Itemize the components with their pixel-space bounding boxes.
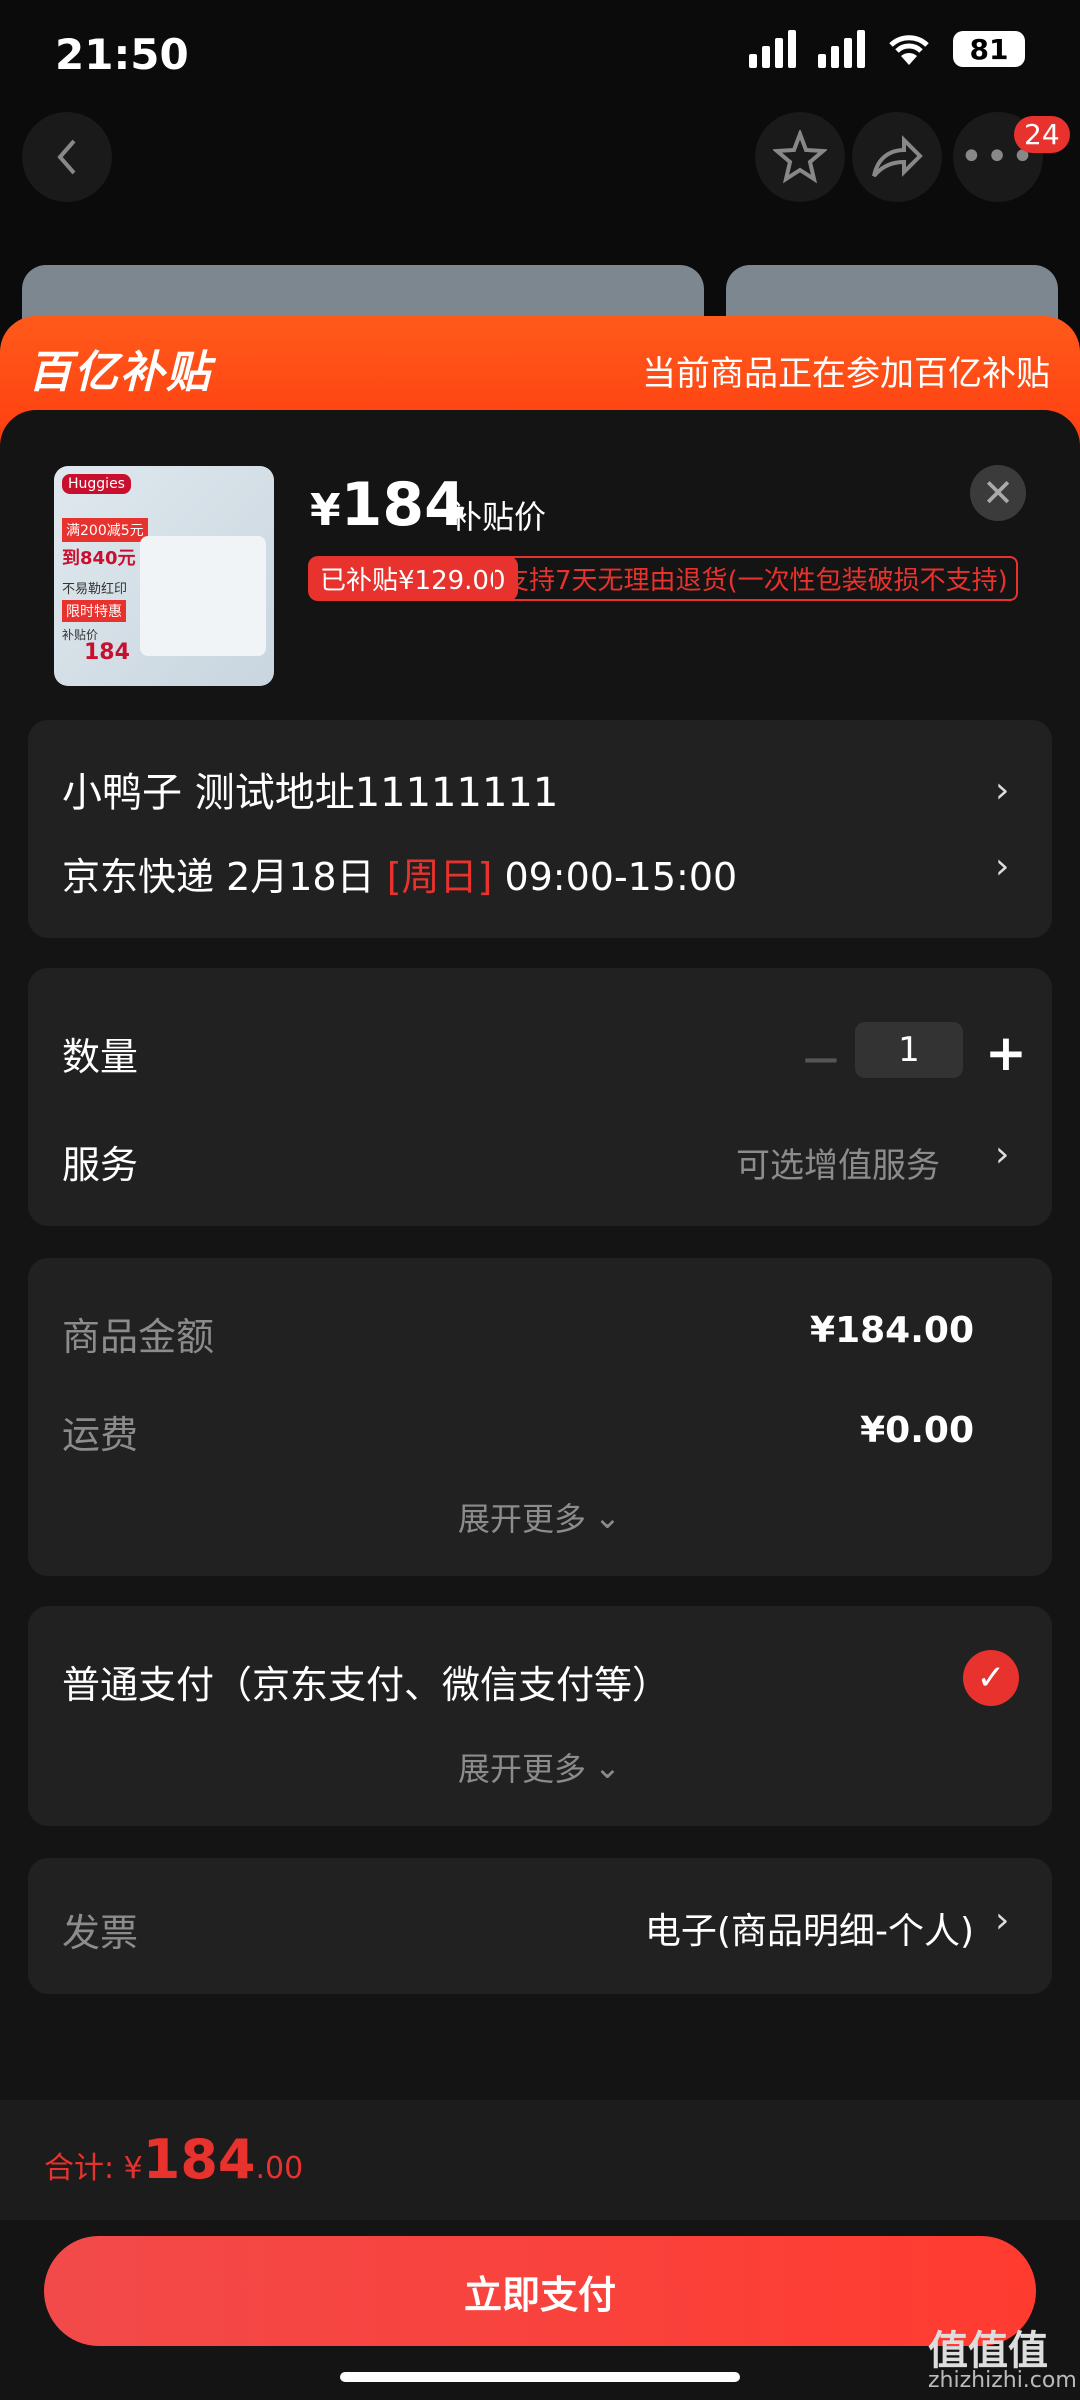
message-badge: 24 bbox=[1014, 116, 1070, 153]
delivery-time[interactable]: 京东快递 2月18日 [周日] 09:00-15:00 bbox=[62, 846, 737, 901]
chevron-right-icon[interactable]: › bbox=[995, 770, 1009, 811]
service-label: 服务 bbox=[62, 1143, 139, 1187]
delivery-carrier: 京东快递 2月18日 bbox=[62, 855, 387, 899]
address-line[interactable]: 小鸭子 测试地址11111111 bbox=[62, 760, 558, 818]
price-label: 补贴价 bbox=[450, 498, 547, 536]
star-icon bbox=[773, 130, 827, 184]
subsidy-badge: 已补贴¥129.00 bbox=[308, 556, 518, 601]
back-button[interactable] bbox=[22, 112, 112, 202]
address-panel[interactable] bbox=[28, 720, 1052, 938]
favorite-button[interactable] bbox=[755, 112, 845, 202]
share-button[interactable] bbox=[852, 112, 942, 202]
close-icon: ✕ bbox=[982, 471, 1014, 515]
product-thumbnail[interactable]: Huggies 满200减5元 到840元 不易勒红印 限时特惠 补贴价 184 bbox=[54, 466, 274, 686]
total-integer: 184 bbox=[142, 2128, 256, 2191]
payment-panel bbox=[28, 1606, 1052, 1826]
payment-method[interactable]: 普通支付（京东支付、微信支付等） bbox=[62, 1654, 670, 1709]
invoice-label: 发票 bbox=[62, 1911, 139, 1955]
subsidy-logo: 百亿补贴 bbox=[28, 347, 212, 398]
wifi-icon bbox=[889, 35, 929, 65]
diaper-pack-image bbox=[140, 536, 266, 656]
total-currency: ¥ bbox=[123, 2151, 143, 2186]
thumb-promo-3: 不易勒红印 bbox=[62, 582, 128, 597]
total-label: 合计: bbox=[44, 2151, 124, 2186]
signal-icon-2 bbox=[818, 30, 865, 68]
chevron-left-icon bbox=[57, 139, 76, 175]
thumb-promo-6: 184 bbox=[84, 640, 130, 665]
total-amount: 合计: ¥184.00 bbox=[44, 2128, 303, 2191]
chevron-right-icon[interactable]: › bbox=[995, 1900, 1009, 1941]
quantity-label: 数量 bbox=[62, 1035, 139, 1079]
shipping-value: ¥0.00 bbox=[860, 1410, 974, 1451]
pay-now-button[interactable]: 立即支付 bbox=[44, 2236, 1036, 2346]
invoice-value[interactable]: 电子(商品明细-个人) bbox=[645, 1902, 974, 1954]
product-price: ¥184 bbox=[310, 470, 466, 540]
subsidy-banner-text: 当前商品正在参加百亿补贴 bbox=[642, 354, 1050, 394]
total-decimal: .00 bbox=[255, 2151, 304, 2186]
goods-amount-label: 商品金额 bbox=[62, 1315, 215, 1359]
currency-symbol: ¥ bbox=[310, 485, 341, 536]
payment-check-icon[interactable]: ✓ bbox=[963, 1650, 1019, 1706]
delivery-time-range: 09:00-15:00 bbox=[492, 855, 738, 899]
signal-icon bbox=[749, 30, 796, 68]
expand-more-payment[interactable]: 展开更多 ⌄ bbox=[458, 1744, 621, 1790]
status-icons: 81 bbox=[749, 30, 1025, 68]
expand-more-label: 展开更多 bbox=[458, 1500, 587, 1538]
battery-icon: 81 bbox=[953, 31, 1025, 67]
quantity-input[interactable]: 1 bbox=[855, 1022, 963, 1078]
chevron-right-icon[interactable]: › bbox=[995, 846, 1009, 887]
thumb-promo-2: 到840元 bbox=[62, 548, 136, 569]
chevron-down-icon: ⌄ bbox=[594, 1748, 621, 1786]
quantity-service-panel bbox=[28, 968, 1052, 1226]
goods-amount-value: ¥184.00 bbox=[810, 1310, 974, 1351]
share-icon bbox=[872, 135, 923, 178]
quantity-minus-button[interactable]: − bbox=[800, 1030, 842, 1088]
close-button[interactable]: ✕ bbox=[970, 465, 1026, 521]
shipping-label: 运费 bbox=[62, 1413, 139, 1457]
brand-logo: Huggies bbox=[62, 474, 131, 494]
thumb-promo-4: 限时特惠 bbox=[62, 600, 126, 622]
chevron-right-icon[interactable]: › bbox=[995, 1134, 1009, 1175]
chevron-down-icon: ⌄ bbox=[594, 1498, 621, 1536]
watermark-site: zhizhizhi.com bbox=[928, 2368, 1077, 2393]
service-value[interactable]: 可选增值服务 bbox=[736, 1138, 940, 1187]
quantity-plus-button[interactable]: + bbox=[985, 1024, 1027, 1082]
expand-more-label: 展开更多 bbox=[458, 1750, 587, 1788]
delivery-weekday: [周日] bbox=[386, 855, 493, 899]
thumb-promo-1: 满200减5元 bbox=[62, 518, 148, 542]
return-policy-badge: 支持7天无理由退货(一次性包装破损不支持) bbox=[493, 556, 1018, 601]
home-indicator[interactable] bbox=[340, 2372, 740, 2382]
status-time: 21:50 bbox=[55, 30, 189, 79]
price-value: 184 bbox=[340, 470, 466, 540]
expand-more-amounts[interactable]: 展开更多 ⌄ bbox=[458, 1494, 621, 1540]
